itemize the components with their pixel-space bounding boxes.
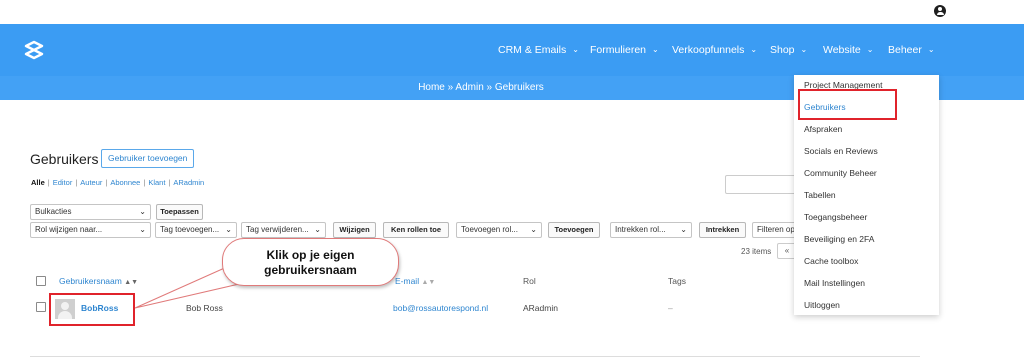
filter-aradmin[interactable]: ARadmin xyxy=(173,178,204,187)
sort-icon: ▲▼ xyxy=(124,279,139,286)
add-user-button[interactable]: Gebruiker toevoegen xyxy=(101,149,195,168)
nav-item-crm[interactable]: CRM & Emails ⌄ xyxy=(498,44,579,56)
beheer-dropdown-menu: Project Management Gebruikers Afspraken … xyxy=(794,75,939,315)
menu-item-mail-instellingen[interactable]: Mail Instellingen xyxy=(804,278,865,288)
row-checkbox[interactable] xyxy=(36,302,46,312)
user-role: ARadmin xyxy=(523,303,558,313)
brand-logo-icon[interactable] xyxy=(20,40,48,60)
chevron-down-icon: ⌄ xyxy=(750,45,758,54)
chevron-down-icon: ⌄ xyxy=(225,225,232,234)
user-tags: – xyxy=(668,303,673,313)
change-role-select[interactable]: Rol wijzigen naar... ⌄ xyxy=(30,222,151,238)
items-count: 23 items xyxy=(741,247,772,256)
user-email-link[interactable]: bob@rossautorespond.nl xyxy=(393,303,488,313)
page-title: Gebruikers xyxy=(30,151,99,167)
filter-all[interactable]: Alle xyxy=(31,178,45,187)
chevron-down-icon: ⌄ xyxy=(800,45,808,54)
menu-item-tabellen[interactable]: Tabellen xyxy=(804,190,836,200)
filter-abonnee[interactable]: Abonnee xyxy=(110,178,140,187)
chevron-down-icon: ⌄ xyxy=(530,225,537,234)
assign-roles-button[interactable]: Ken rollen toe xyxy=(383,222,449,238)
revoke-button[interactable]: Intrekken xyxy=(699,222,746,238)
chevron-down-icon: ⌄ xyxy=(652,45,659,54)
menu-item-project-management[interactable]: Project Management xyxy=(804,80,882,90)
menu-item-afspraken[interactable]: Afspraken xyxy=(804,124,842,134)
chevron-down-icon: ⌄ xyxy=(572,45,579,54)
nav-item-shop[interactable]: Shop ⌄ xyxy=(770,44,807,56)
select-all-checkbox[interactable] xyxy=(36,276,46,286)
instruction-callout: Klik op je eigen gebruikersnaam xyxy=(222,238,399,286)
chevron-down-icon: ⌄ xyxy=(927,45,935,54)
column-header-tags: Tags xyxy=(668,276,686,286)
nav-item-formulieren[interactable]: Formulieren ⌄ xyxy=(590,44,659,56)
callout-line-2: gebruikersnaam xyxy=(264,263,357,277)
bulk-actions-select[interactable]: Bulkacties ⌄ xyxy=(30,204,151,220)
revoke-role-select[interactable]: Intrekken rol... ⌄ xyxy=(610,222,692,238)
avatar xyxy=(55,299,75,319)
add-tag-select[interactable]: Tag toevoegen... ⌄ xyxy=(155,222,237,238)
chevron-down-icon: ⌄ xyxy=(680,225,687,234)
username-link[interactable]: BobRoss xyxy=(81,303,118,313)
change-button[interactable]: Wijzigen xyxy=(333,222,376,238)
menu-item-toegangsbeheer[interactable]: Toegangsbeheer xyxy=(804,212,867,222)
add-role-select[interactable]: Toevoegen rol... ⌄ xyxy=(456,222,542,238)
nav-item-verkoopfunnels[interactable]: Verkoopfunnels ⌄ xyxy=(672,44,757,56)
nav-item-website[interactable]: Website ⌄ xyxy=(823,44,873,56)
role-filters: Alle | Editor | Auteur | Abonnee | Klant | ARadmin xyxy=(31,178,205,187)
column-header-username[interactable]: Gebruikersnaam ▲▼ xyxy=(59,276,138,286)
callout-line-1: Klik op je eigen xyxy=(266,248,355,262)
add-role-button[interactable]: Toevoegen xyxy=(548,222,600,238)
column-header-role: Rol xyxy=(523,276,536,286)
user-full-name: Bob Ross xyxy=(186,303,223,313)
column-header-email[interactable]: E-mail ▲▼ xyxy=(395,276,435,286)
remove-tag-select[interactable]: Tag verwijderen... ⌄ xyxy=(241,222,326,238)
menu-item-socials-reviews[interactable]: Socials en Reviews xyxy=(804,146,878,156)
menu-item-community-beheer[interactable]: Community Beheer xyxy=(804,168,877,178)
search-input[interactable] xyxy=(725,175,805,194)
menu-item-uitloggen[interactable]: Uitloggen xyxy=(804,300,840,310)
filter-select[interactable]: Filteren op xyxy=(752,222,800,238)
nav-item-beheer[interactable]: Beheer ⌄ xyxy=(888,44,935,56)
chevron-down-icon: ⌄ xyxy=(139,225,146,234)
chevron-down-icon: ⌄ xyxy=(139,207,146,216)
chevron-down-icon: ⌄ xyxy=(314,225,321,234)
filter-auteur[interactable]: Auteur xyxy=(80,178,102,187)
sort-icon: ▲▼ xyxy=(421,279,436,286)
filter-klant[interactable]: Klant xyxy=(148,178,165,187)
menu-item-beveiliging-2fa[interactable]: Beveiliging en 2FA xyxy=(804,234,874,244)
menu-item-cache-toolbox[interactable]: Cache toolbox xyxy=(804,256,858,266)
menu-item-gebruikers[interactable]: Gebruikers xyxy=(804,102,846,112)
chevron-down-icon: ⌄ xyxy=(866,45,874,54)
apply-button[interactable]: Toepassen xyxy=(156,204,203,220)
table-divider xyxy=(30,356,920,357)
filter-editor[interactable]: Editor xyxy=(53,178,73,187)
top-bar xyxy=(0,0,1024,24)
main-navbar: CRM & Emails ⌄ Formulieren ⌄ Verkoopfunnel… xyxy=(0,24,1024,76)
user-circle-icon[interactable] xyxy=(934,5,946,17)
